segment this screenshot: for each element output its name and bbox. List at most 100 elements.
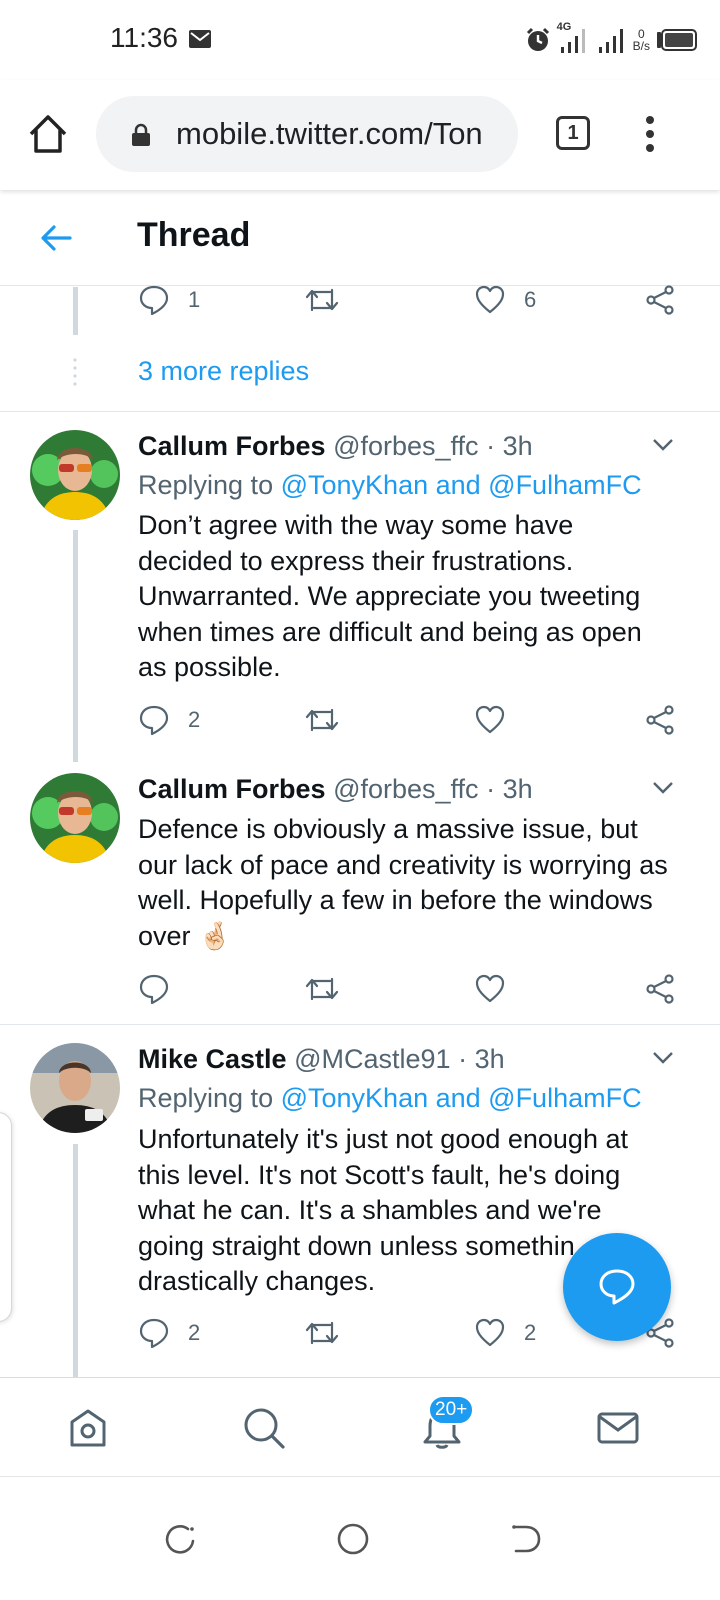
back-arrow-icon[interactable]	[38, 220, 74, 256]
battery-icon	[657, 29, 697, 51]
author-name[interactable]: Mike Castle	[138, 1044, 287, 1074]
tab-switcher-button[interactable]: 1	[556, 116, 590, 150]
chevron-down-icon[interactable]	[651, 1050, 675, 1066]
separator: ·	[486, 431, 496, 461]
tweet-text: Defence is obviously a massive issue, bu…	[138, 814, 668, 951]
reply-count: 2	[188, 1320, 201, 1345]
thread-dots	[73, 358, 77, 386]
retweet-button[interactable]	[304, 973, 340, 1005]
divider	[0, 1024, 720, 1025]
retweet-button[interactable]	[304, 284, 340, 316]
thread-line	[73, 1144, 78, 1377]
system-navigation-bar	[0, 1476, 720, 1600]
reply-icon	[139, 285, 169, 316]
reply-icon	[139, 1318, 169, 1349]
retweet-icon	[305, 288, 339, 312]
mail-notification-icon	[189, 30, 211, 48]
like-button[interactable]: 2	[474, 1317, 536, 1349]
recents-icon[interactable]	[162, 1521, 198, 1557]
tweet-time[interactable]: 3h	[503, 774, 533, 804]
signal-icon	[598, 29, 623, 53]
separator: ·	[458, 1044, 468, 1074]
status-time: 11:36	[110, 22, 178, 53]
chevron-down-icon[interactable]	[651, 780, 675, 796]
reply-count: 1	[188, 287, 201, 312]
replying-to: Replying to @TonyKhan and @FulhamFC	[138, 1083, 642, 1113]
compose-reply-button[interactable]	[563, 1233, 671, 1341]
status-icons: 4G 0 B/s	[525, 21, 698, 58]
replying-to-link[interactable]: @TonyKhan and @FulhamFC	[281, 1083, 642, 1113]
url-text: mobile.twitter.com/Ton	[176, 116, 483, 151]
tweet-time[interactable]: 3h	[503, 431, 533, 461]
reply-icon	[139, 705, 169, 736]
reply-button[interactable]	[138, 973, 170, 1005]
avatar[interactable]	[30, 773, 120, 863]
tweet-header: Callum Forbes @forbes_ffc · 3h	[138, 774, 533, 805]
reply-button[interactable]: 2	[138, 1317, 200, 1349]
browser-menu-icon[interactable]	[640, 114, 660, 154]
replying-to: Replying to @TonyKhan and @FulhamFC	[138, 470, 642, 500]
share-icon	[646, 974, 674, 1004]
address-bar[interactable]: mobile.twitter.com/Ton	[96, 96, 518, 172]
reply-icon	[139, 974, 169, 1005]
author-handle[interactable]: @forbes_ffc	[333, 774, 478, 804]
share-button[interactable]	[644, 704, 676, 736]
alarm-icon	[526, 27, 549, 51]
thread-line	[73, 530, 78, 762]
signal-4g-icon: 4G	[557, 21, 591, 55]
heart-icon	[475, 974, 505, 1003]
reply-icon	[599, 1269, 635, 1305]
share-icon	[646, 705, 674, 735]
thread-line	[73, 287, 78, 335]
messages-icon[interactable]	[596, 1406, 640, 1450]
share-button[interactable]	[644, 284, 676, 316]
heart-icon	[475, 1318, 505, 1347]
home-circle-icon[interactable]	[335, 1521, 371, 1557]
page-title: Thread	[137, 216, 251, 254]
retweet-icon	[305, 1321, 339, 1345]
tweet-text: Don’t agree with the way some have decid…	[138, 510, 642, 682]
author-name[interactable]: Callum Forbes	[138, 774, 326, 804]
reply-button[interactable]: 1	[138, 284, 200, 316]
heart-icon	[475, 285, 505, 314]
home-icon[interactable]	[66, 1406, 110, 1450]
like-button[interactable]	[474, 704, 506, 736]
like-button[interactable]: 6	[474, 284, 536, 316]
chevron-down-icon[interactable]	[651, 437, 675, 453]
tweet-header: Callum Forbes @forbes_ffc · 3h	[138, 431, 533, 462]
reply-count: 2	[188, 707, 201, 732]
tweet-header: Mike Castle @MCastle91 · 3h	[138, 1044, 505, 1075]
lock-icon	[132, 123, 150, 146]
reply-button[interactable]: 2	[138, 704, 200, 736]
notifications-badge: 20+	[428, 1395, 475, 1425]
bottom-navigation: 20+	[0, 1377, 720, 1475]
avatar[interactable]	[30, 1043, 120, 1133]
author-handle[interactable]: @forbes_ffc	[333, 431, 478, 461]
divider	[0, 411, 720, 412]
tweet-time[interactable]: 3h	[475, 1044, 505, 1074]
retweet-icon	[305, 708, 339, 732]
replying-to-link[interactable]: @TonyKhan and @FulhamFC	[281, 470, 642, 500]
crossed-fingers-emoji: 🤞🏻	[198, 920, 232, 951]
browser-home-icon[interactable]	[26, 112, 70, 156]
edge-panel-handle[interactable]	[0, 1112, 12, 1322]
retweet-button[interactable]	[304, 704, 340, 736]
retweet-icon	[305, 977, 339, 1001]
search-icon[interactable]	[242, 1406, 286, 1450]
network-speed: 0 B/s	[632, 27, 650, 53]
separator: ·	[486, 774, 496, 804]
author-name[interactable]: Callum Forbes	[138, 431, 326, 461]
like-button[interactable]	[474, 973, 506, 1005]
share-button[interactable]	[644, 973, 676, 1005]
share-icon	[646, 285, 674, 315]
like-count: 2	[524, 1320, 537, 1345]
more-replies-link[interactable]: 3 more replies	[138, 356, 309, 387]
retweet-button[interactable]	[304, 1317, 340, 1349]
heart-icon	[475, 705, 505, 734]
back-icon[interactable]	[508, 1521, 544, 1557]
browser-toolbar: mobile.twitter.com/Ton 1	[0, 80, 720, 190]
author-handle[interactable]: @MCastle91	[294, 1044, 450, 1074]
status-bar: 11:36 4G 0 B/s	[0, 0, 720, 80]
avatar[interactable]	[30, 430, 120, 520]
like-count: 6	[524, 287, 537, 312]
